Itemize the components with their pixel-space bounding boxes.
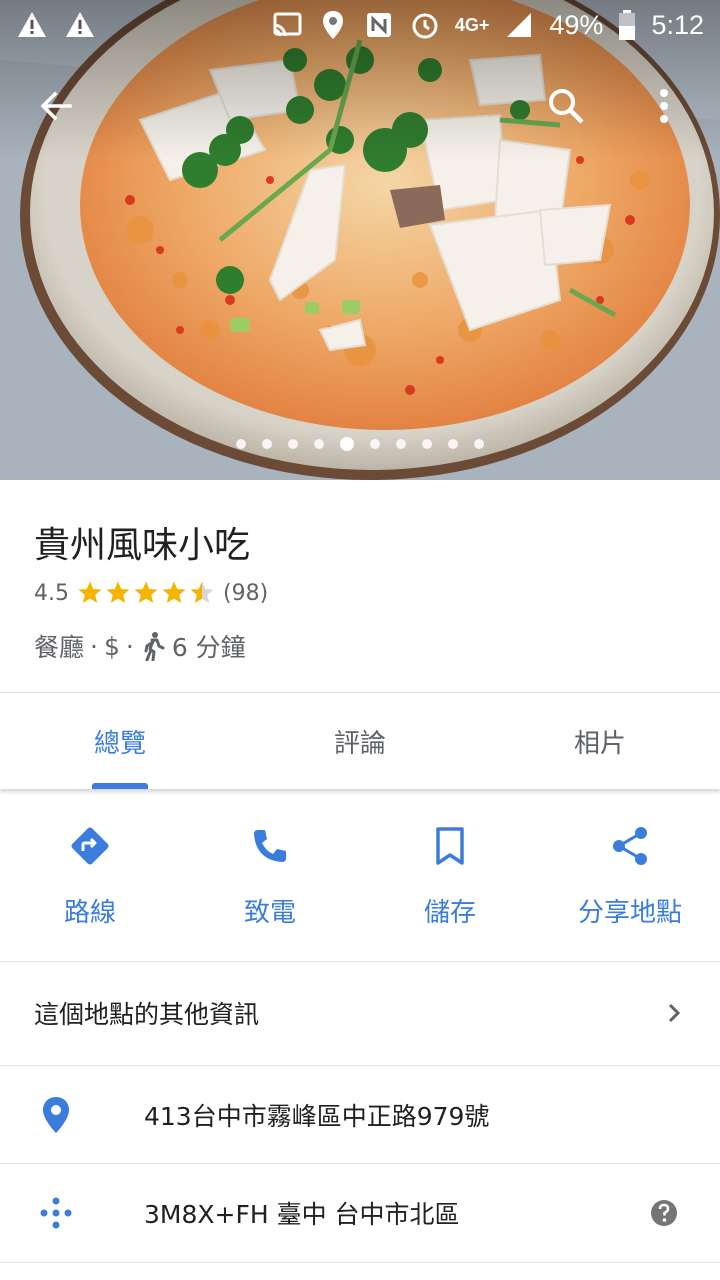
directions-button[interactable]: 路線 (0, 800, 180, 960)
search-button[interactable] (542, 82, 590, 130)
page-dot (262, 439, 272, 449)
page-dot (288, 439, 298, 449)
place-title: 貴州風味小吃 (34, 525, 251, 566)
star-icon (162, 581, 186, 603)
nfc-icon (366, 13, 391, 37)
call-label: 致電 (243, 898, 296, 928)
action-buttons: 路線 致電 儲存 分享地點 (0, 800, 720, 960)
help-icon[interactable] (650, 1199, 678, 1227)
star-icon (106, 581, 130, 603)
page-dot (314, 439, 324, 449)
star-icon (78, 581, 102, 603)
directions-label: 路線 (63, 898, 116, 928)
plus-code-row[interactable]: 3M8X+FH 臺中 台中市北區 (0, 1164, 720, 1262)
place-category: 餐廳 (34, 633, 85, 662)
star-icon (190, 581, 214, 603)
save-button[interactable]: 儲存 (360, 800, 540, 960)
warning-icon (18, 12, 46, 37)
place-header: 貴州風味小吃 4.5 (98) 餐廳 · $ · 6 分鐘 (0, 480, 720, 692)
tab-photos[interactable]: 相片 (480, 693, 720, 789)
tab-label: 評論 (333, 728, 386, 759)
network-type: 4G+ (454, 14, 490, 35)
place-meta: 餐廳 · $ · 6 分鐘 (34, 628, 246, 664)
bookmark-icon (436, 827, 464, 865)
back-button[interactable] (32, 82, 80, 130)
more-info-row[interactable]: 這個地點的其他資訊 (0, 962, 720, 1064)
more-vert-icon (660, 89, 668, 123)
battery-percent: 49% (549, 9, 604, 40)
more-info-label: 這個地點的其他資訊 (34, 1000, 260, 1029)
cast-icon (273, 12, 302, 37)
page-dot (236, 439, 246, 449)
battery-icon (619, 10, 636, 40)
warning-icon (66, 12, 94, 37)
location-icon (322, 11, 343, 39)
location-pin-icon (43, 1097, 69, 1133)
alarm-icon (412, 13, 438, 39)
call-button[interactable]: 致電 (180, 800, 360, 960)
plus-code-icon (40, 1197, 72, 1229)
address-row[interactable]: 413台中市霧峰區中正路979號 (0, 1066, 720, 1164)
signal-icon (507, 13, 532, 37)
rating-value: 4.5 (34, 580, 69, 606)
clock: 5:12 (651, 9, 704, 40)
divider (0, 1262, 720, 1263)
status-bar: 4G+ 49% 5:12 (0, 0, 720, 50)
tab-label: 相片 (573, 728, 626, 759)
arrow-back-icon (40, 91, 72, 121)
save-label: 儲存 (423, 898, 476, 928)
page-dot (370, 439, 380, 449)
walking-icon (144, 632, 165, 661)
phone-icon (254, 830, 286, 862)
meta-separator: · (90, 631, 98, 661)
page-dot-active (340, 437, 354, 451)
photo-page-indicator (0, 437, 720, 451)
search-icon (549, 89, 584, 124)
plus-code-text: 3M8X+FH 臺中 台中市北區 (144, 1200, 460, 1229)
tab-overview[interactable]: 總覽 (0, 693, 240, 789)
directions-icon (71, 827, 109, 865)
page-dot (396, 439, 406, 449)
walk-time: 6 分鐘 (171, 633, 246, 662)
star-rating (77, 580, 215, 606)
chevron-right-icon (668, 1003, 681, 1023)
page-dot (474, 439, 484, 449)
page-dot (422, 439, 432, 449)
share-icon (613, 827, 647, 865)
tab-label: 總覽 (93, 728, 146, 759)
place-photo[interactable]: 4G+ 49% 5:12 (0, 0, 720, 480)
address-text: 413台中市霧峰區中正路979號 (144, 1102, 490, 1131)
price-level: $ (103, 631, 120, 661)
rating-row[interactable]: 4.5 (98) (34, 580, 268, 606)
share-button[interactable]: 分享地點 (540, 800, 720, 960)
place-tabs: 總覽 評論 相片 (0, 693, 720, 789)
page-dot (448, 439, 458, 449)
review-count: (98) (223, 580, 269, 606)
share-label: 分享地點 (577, 898, 682, 928)
star-icon (134, 581, 158, 603)
more-options-button[interactable] (640, 82, 688, 130)
tab-reviews[interactable]: 評論 (240, 693, 480, 789)
meta-separator: · (125, 631, 134, 661)
